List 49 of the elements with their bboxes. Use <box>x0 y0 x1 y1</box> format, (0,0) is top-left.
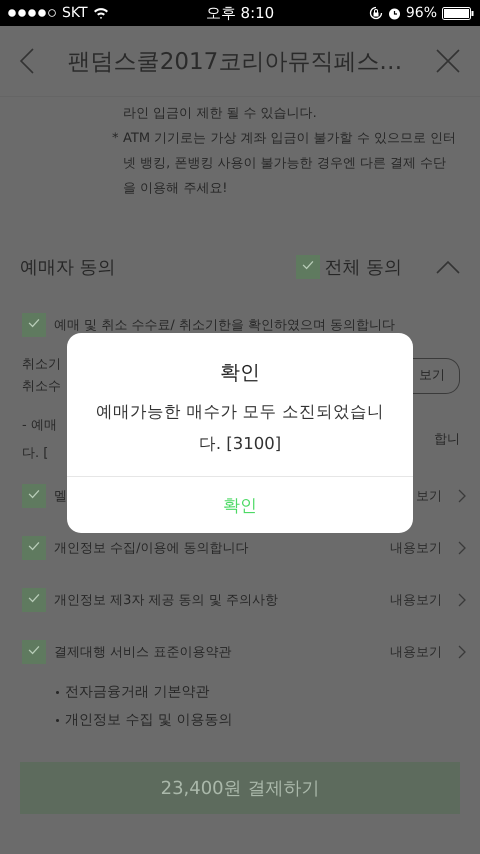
partial-text: - 예매 <box>22 417 57 435</box>
agreement-label: 개인정보 제3자 제공 동의 및 주의사항 <box>54 592 279 609</box>
note-mark: * <box>112 130 120 148</box>
chevron-up-icon[interactable] <box>436 260 460 274</box>
chevron-right-icon <box>458 593 466 607</box>
view-link[interactable]: 내용보기 <box>390 591 442 609</box>
page-title: 팬덤스쿨2017코리아뮤직페스… <box>68 48 402 76</box>
checkbox[interactable] <box>22 484 46 508</box>
bullet-icon <box>56 690 59 694</box>
agreement-label: 멜 <box>54 488 68 505</box>
section-title: 예매자 동의 <box>20 256 117 279</box>
view-link[interactable]: 내용보기 <box>390 539 442 557</box>
partial-text: 다. [ <box>22 445 50 463</box>
checkbox[interactable] <box>22 313 46 337</box>
notice-text: ATM 기기로는 가상 계좌 입금이 불가할 수 있으므로 인터넷 뱅킹, 폰뱅킹 사용이 불가능한 경우엔 다른 결제 수단을 이용해 주세요! <box>123 130 458 198</box>
chevron-right-icon <box>458 541 466 555</box>
partial-text: 취소기 <box>22 356 61 374</box>
agreement-label: 결제대행 서비스 표준이용약관 <box>54 644 232 661</box>
dialog-title: 확인 <box>220 359 260 386</box>
partial-text: 취소수 <box>22 378 61 396</box>
partial-text: 합니 <box>434 431 460 449</box>
bullet-icon <box>56 718 59 722</box>
signal-icon <box>8 9 57 17</box>
checkbox[interactable] <box>296 255 320 279</box>
back-icon[interactable] <box>20 48 34 74</box>
checkbox[interactable] <box>22 536 46 560</box>
wifi-icon <box>92 7 109 19</box>
carrier-name: SKT <box>62 5 88 21</box>
chevron-right-icon <box>458 489 466 503</box>
agree-all-label[interactable]: 전체 동의 <box>324 255 402 279</box>
alarm-icon <box>388 6 401 20</box>
close-icon[interactable] <box>436 49 460 73</box>
chevron-right-icon <box>458 645 466 659</box>
pay-button[interactable]: 23,400원 결제하기 <box>20 762 460 814</box>
sub-item: 전자금융거래 기본약관 <box>65 683 210 702</box>
checkbox[interactable] <box>22 640 46 664</box>
dialog-message: 예매가능한 매수가 모두 소진되었습니다. [3100] <box>95 401 385 455</box>
view-link[interactable]: 내용보기 <box>390 643 442 661</box>
battery-percent: 96% <box>406 5 437 21</box>
rotation-lock-icon <box>368 6 383 20</box>
checkbox[interactable] <box>22 588 46 612</box>
agreement-label: 개인정보 수집/이용에 동의합니다 <box>54 540 250 557</box>
clock-time: 오후 8:10 <box>206 4 274 22</box>
sub-item: 개인정보 수집 및 이용동의 <box>65 711 232 730</box>
view-link[interactable]: 보기 <box>416 487 442 505</box>
agreement-label: 예매 및 취소 수수료/ 취소기한을 확인하였으며 동의합니다 <box>54 317 396 334</box>
notice-text: 라인 입금이 제한 될 수 있습니다. <box>123 105 317 123</box>
battery-icon <box>442 6 474 20</box>
confirm-button[interactable]: 확인 <box>67 477 413 533</box>
